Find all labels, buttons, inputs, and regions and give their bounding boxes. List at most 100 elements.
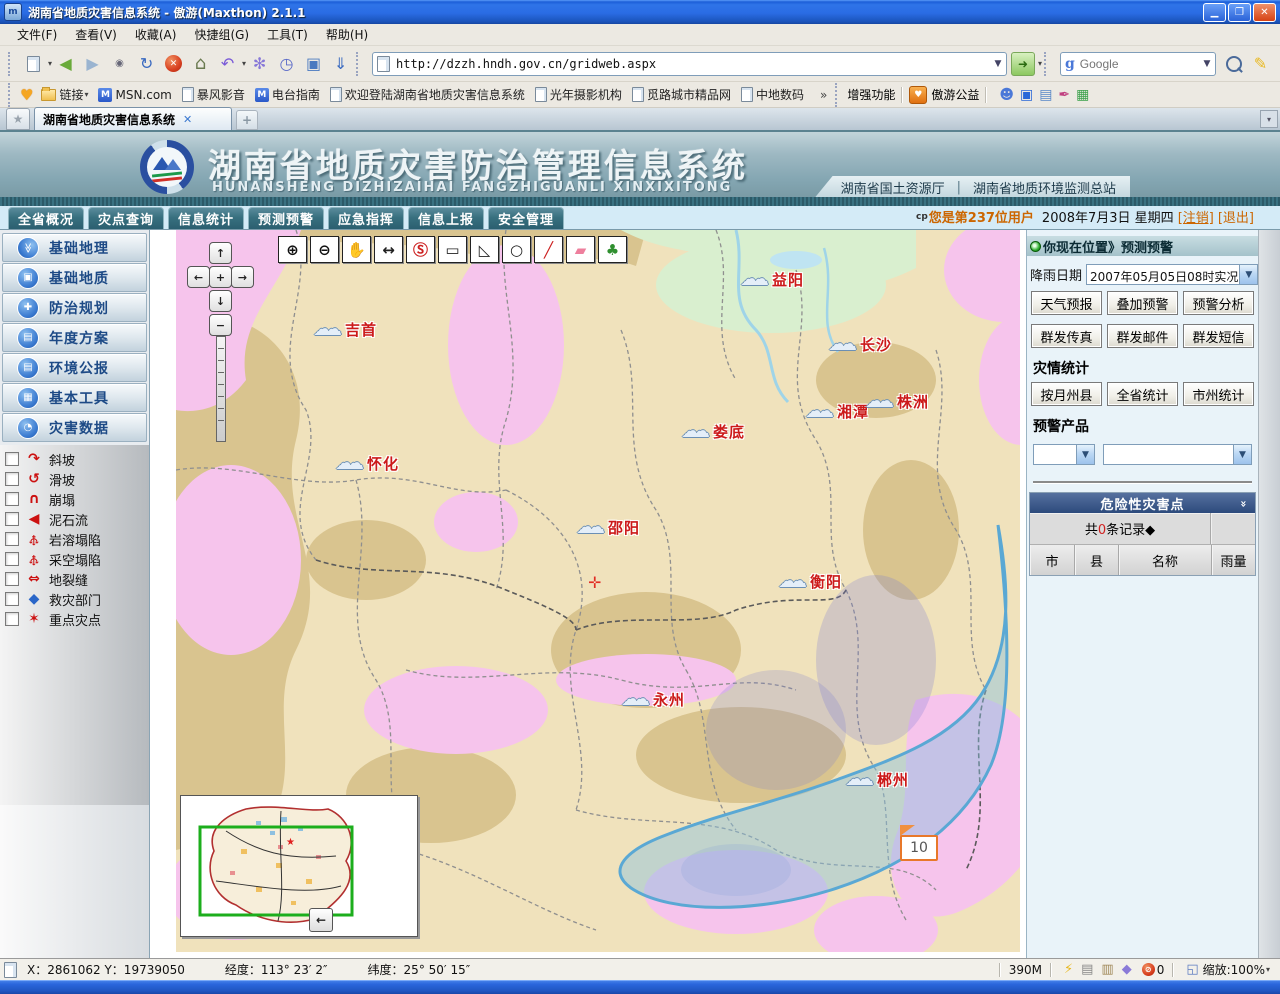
links-overflow-icon[interactable]: »: [820, 88, 827, 102]
overview-collapse-button[interactable]: ←: [309, 908, 333, 932]
danger-table-header[interactable]: 危险性灾害点 «: [1030, 493, 1255, 513]
magic-wand-icon[interactable]: ✻: [246, 50, 273, 77]
table-header-cell[interactable]: 雨量: [1211, 545, 1255, 575]
printer-icon[interactable]: ▤: [1081, 962, 1093, 977]
rect-select-tool[interactable]: ▭: [438, 236, 467, 263]
collapse-icon[interactable]: «: [1236, 499, 1249, 507]
boost-icon[interactable]: ⚡: [1064, 962, 1073, 977]
nav-tab-0[interactable]: 全省概况: [8, 207, 84, 229]
layer-checkbox[interactable]: [5, 452, 19, 466]
address-bar[interactable]: ▼: [372, 52, 1007, 76]
sidebar-section-5[interactable]: ▦基本工具: [2, 383, 147, 412]
layer-checkbox[interactable]: [5, 552, 19, 566]
charity-link[interactable]: 傲游公益: [931, 86, 979, 103]
nav-tab-2[interactable]: 信息统计: [168, 207, 244, 229]
window-icon[interactable]: ▣: [1020, 87, 1033, 103]
refresh-icon[interactable]: ↻: [133, 50, 160, 77]
logout-link[interactable]: [注销]: [1178, 207, 1214, 226]
panel-button[interactable]: 群发短信: [1183, 324, 1254, 348]
zoom-out-tool[interactable]: ⊖: [310, 236, 339, 263]
overview-map[interactable]: ★ ←: [180, 795, 418, 937]
layer-checkbox[interactable]: [5, 492, 19, 506]
search-dropdown-icon[interactable]: ▼: [1199, 53, 1215, 75]
tab-close-icon[interactable]: ✕: [183, 113, 192, 126]
nav-tab-6[interactable]: 安全管理: [488, 207, 564, 229]
maximize-button[interactable]: ❐: [1228, 3, 1251, 22]
download-icon[interactable]: ⇓: [327, 50, 354, 77]
panel-button[interactable]: 预警分析: [1183, 291, 1254, 315]
plugin-diamond-icon[interactable]: ◆: [1122, 962, 1132, 977]
tab-active[interactable]: 湖南省地质灾害信息系统 ✕: [34, 107, 232, 130]
sidebar-section-1[interactable]: ▣基础地质: [2, 263, 147, 292]
layer-checkbox[interactable]: [5, 472, 19, 486]
zoom-resize-icon[interactable]: ◱: [1186, 962, 1198, 977]
full-extent-tool[interactable]: ♣: [598, 236, 627, 263]
layer-checkbox[interactable]: [5, 512, 19, 526]
zoom-level[interactable]: 缩放:100%: [1203, 961, 1265, 978]
zoom-plus-button[interactable]: +: [209, 266, 232, 288]
circle-select-tool[interactable]: ○: [502, 236, 531, 263]
minimize-button[interactable]: ▁: [1203, 3, 1226, 22]
nav-tab-5[interactable]: 信息上报: [408, 207, 484, 229]
go-dropdown-icon[interactable]: ▾: [1038, 59, 1042, 68]
search-icon[interactable]: [1220, 50, 1247, 77]
exit-link[interactable]: [退出]: [1218, 207, 1254, 226]
menu-item[interactable]: 收藏(A): [126, 24, 186, 45]
chevron-down-icon[interactable]: ▼: [1076, 445, 1094, 464]
panel-button[interactable]: 群发传真: [1031, 324, 1102, 348]
menu-item[interactable]: 文件(F): [8, 24, 66, 45]
popup-blocker-icon[interactable]: ⊘: [1142, 963, 1155, 976]
messenger-icon[interactable]: ☻: [999, 87, 1014, 103]
draw-line-tool[interactable]: ╱: [534, 236, 563, 263]
eraser-tool[interactable]: ▰: [566, 236, 595, 263]
rain-date-select[interactable]: 2007年05月05日08时实况 ▼: [1086, 264, 1258, 285]
link-item[interactable]: M电台指南: [255, 86, 320, 103]
charity-shield-icon[interactable]: ♥: [909, 86, 927, 104]
pan-up-button[interactable]: ↑: [209, 242, 232, 264]
sidebar-section-4[interactable]: ▤环境公报: [2, 353, 147, 382]
panel-button[interactable]: 按月州县: [1031, 382, 1102, 406]
enhance-menu[interactable]: 增强功能: [847, 86, 895, 103]
pan-down-button[interactable]: ↓: [209, 290, 232, 312]
close-button[interactable]: ✕: [1253, 3, 1276, 22]
map-canvas[interactable]: ⊕⊖✋↔Ⓢ▭◺○╱▰♣ ↑ ← + → ↓ − ☁☁吉首☁☁益阳☁☁长沙☁☁怀化…: [176, 230, 1020, 952]
chevron-down-icon[interactable]: ▼: [1233, 445, 1251, 464]
menu-item[interactable]: 工具(T): [258, 24, 317, 45]
back-icon[interactable]: ◀: [52, 50, 79, 77]
plugin-cube-icon[interactable]: ▦: [1076, 87, 1089, 103]
favorites-star-icon[interactable]: ★: [6, 108, 30, 130]
panel-button[interactable]: 天气预报: [1031, 291, 1102, 315]
panel-button[interactable]: 叠加预警: [1107, 291, 1178, 315]
table-header-cell[interactable]: 名称: [1118, 545, 1211, 575]
nav-tab-1[interactable]: 灾点查询: [88, 207, 164, 229]
search-box[interactable]: g ▼: [1060, 52, 1216, 76]
new-tab-button[interactable]: +: [236, 110, 258, 130]
sidebar-section-2[interactable]: ✚防治规划: [2, 293, 147, 322]
zoom-slider[interactable]: [216, 336, 226, 442]
nav-tab-4[interactable]: 应急指挥: [328, 207, 404, 229]
layer-checkbox[interactable]: [5, 532, 19, 546]
sidebar-section-6[interactable]: ◔灾害数据: [2, 413, 147, 442]
highlight-icon[interactable]: ✎: [1247, 50, 1274, 77]
favorites-heart-icon[interactable]: ♥: [20, 86, 33, 104]
link-item[interactable]: 光年摄影机构: [535, 86, 622, 103]
link-item[interactable]: 链接▾: [41, 86, 88, 103]
stop-icon[interactable]: ✕: [160, 50, 187, 77]
chevron-down-icon[interactable]: ▼: [1239, 265, 1257, 284]
history-clock-icon[interactable]: ◷: [273, 50, 300, 77]
link-land-resources[interactable]: 湖南省国土资源厅: [841, 178, 945, 197]
measure-tool[interactable]: ↔: [374, 236, 403, 263]
zoom-minus-button[interactable]: −: [209, 314, 232, 336]
notes-icon[interactable]: ▤: [1039, 87, 1052, 103]
link-item[interactable]: 觅路城市精品网: [632, 86, 731, 103]
window-status-icon[interactable]: ▥: [1101, 962, 1113, 977]
menu-item[interactable]: 帮助(H): [317, 24, 377, 45]
panel-button[interactable]: 全省统计: [1107, 382, 1178, 406]
product-select-large[interactable]: ▼: [1103, 444, 1252, 465]
pan-right-button[interactable]: →: [231, 266, 254, 288]
history-dropdown-icon[interactable]: ◉: [106, 50, 133, 77]
link-item[interactable]: 欢迎登陆湖南省地质灾害信息系统: [330, 86, 525, 103]
undo-icon[interactable]: ↶: [214, 50, 241, 77]
pan-left-button[interactable]: ←: [187, 266, 210, 288]
sidebar-section-0[interactable]: ≫基础地理: [2, 233, 147, 262]
